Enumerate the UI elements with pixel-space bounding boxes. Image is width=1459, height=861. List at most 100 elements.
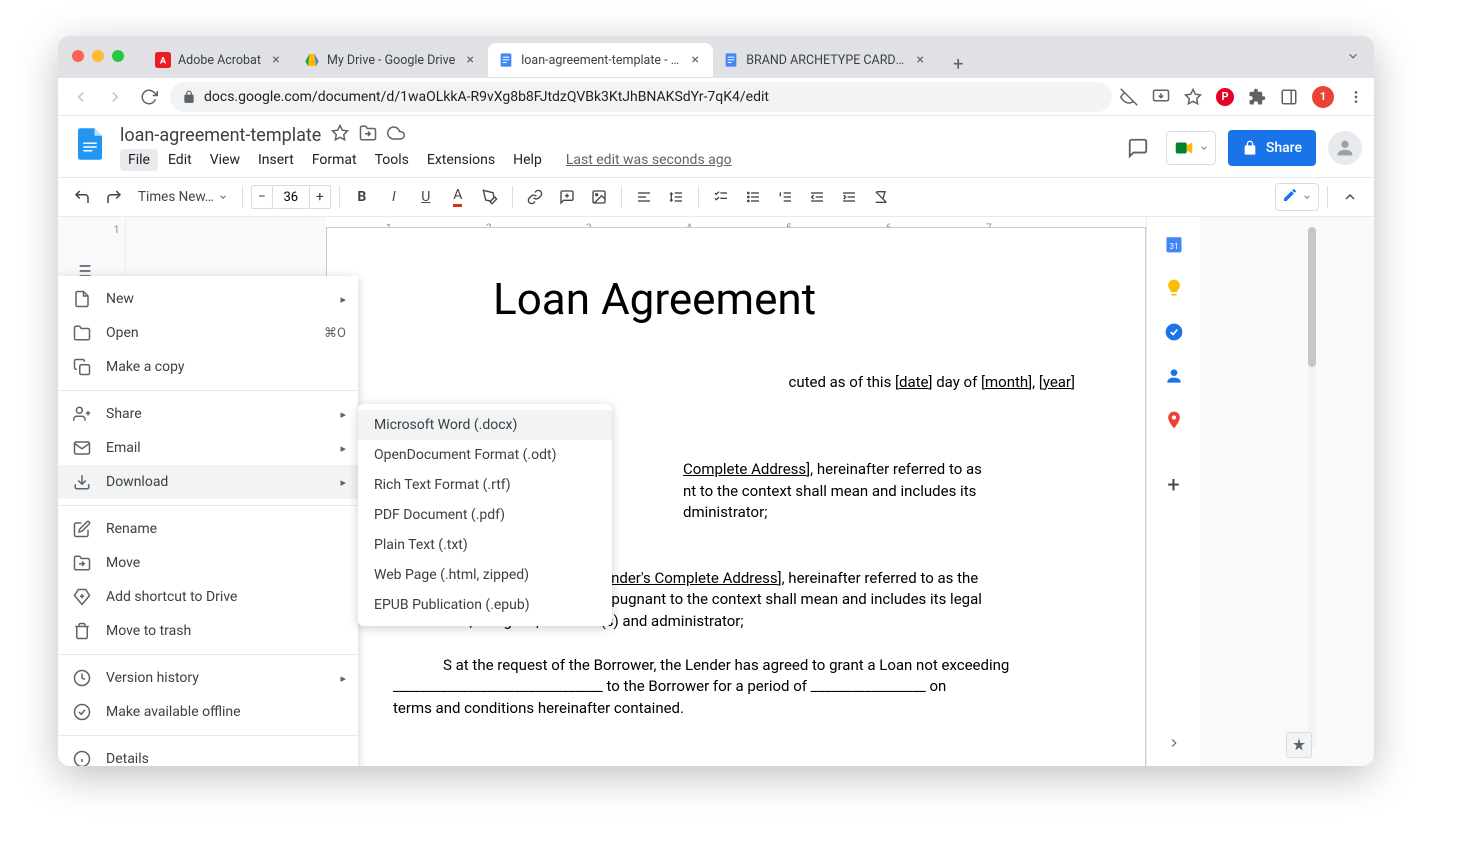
menu-insert[interactable]: Insert <box>250 149 302 171</box>
new-tab-button[interactable]: + <box>944 50 972 78</box>
calendar-icon[interactable]: 31 <box>1163 233 1185 255</box>
editing-mode-button[interactable] <box>1275 183 1319 211</box>
download-word[interactable]: Microsoft Word (.docx) <box>358 410 612 440</box>
hide-eye-icon[interactable] <box>1120 88 1138 106</box>
omnibox[interactable]: docs.google.com/document/d/1waOLkkA-R9vX… <box>170 82 1112 112</box>
menu-details[interactable]: Details <box>58 742 358 766</box>
doc-heading: Loan Agreement <box>493 268 1079 332</box>
menu-extensions[interactable]: Extensions <box>419 149 503 171</box>
download-epub[interactable]: EPUB Publication (.epub) <box>358 590 612 620</box>
menu-help[interactable]: Help <box>505 149 550 171</box>
docs-logo-icon[interactable] <box>70 124 110 164</box>
maps-icon[interactable] <box>1163 409 1185 431</box>
menu-open[interactable]: Open⌘O <box>58 316 358 350</box>
vertical-scrollbar[interactable] <box>1308 227 1316 747</box>
comment-history-icon[interactable] <box>1122 132 1154 164</box>
reload-button[interactable] <box>136 84 162 110</box>
keep-icon[interactable] <box>1163 277 1185 299</box>
undo-button[interactable] <box>68 183 96 211</box>
share-button[interactable]: Share <box>1228 130 1316 166</box>
move-folder-icon[interactable] <box>359 124 377 146</box>
menu-email[interactable]: Email▸ <box>58 431 358 465</box>
checklist-button[interactable] <box>707 183 735 211</box>
menu-view[interactable]: View <box>202 149 248 171</box>
browser-tab[interactable]: BRAND ARCHETYPE CARDS -× <box>713 43 938 77</box>
bold-button[interactable]: B <box>348 183 376 211</box>
star-icon[interactable] <box>331 124 349 146</box>
numbered-list-button[interactable] <box>771 183 799 211</box>
align-button[interactable] <box>630 183 658 211</box>
redo-button[interactable] <box>100 183 128 211</box>
download-rtf[interactable]: Rich Text Format (.rtf) <box>358 470 612 500</box>
hide-menus-button[interactable] <box>1336 183 1364 211</box>
outdent-button[interactable] <box>803 183 831 211</box>
font-family-select[interactable]: Times New… <box>132 189 234 205</box>
meet-button[interactable] <box>1166 131 1216 165</box>
font-size-input[interactable] <box>273 185 309 209</box>
document-title[interactable]: loan-agreement-template <box>120 125 321 146</box>
menu-new[interactable]: New▸ <box>58 282 358 316</box>
close-window[interactable] <box>72 50 84 62</box>
maximize-window[interactable] <box>112 50 124 62</box>
forward-button[interactable] <box>102 84 128 110</box>
menu-share[interactable]: Share▸ <box>58 397 358 431</box>
profile-avatar-icon[interactable]: 1 <box>1312 86 1334 108</box>
extensions-icon[interactable] <box>1248 88 1266 106</box>
menu-file[interactable]: File <box>120 149 158 171</box>
cloud-status-icon[interactable] <box>387 124 405 146</box>
italic-button[interactable]: I <box>380 183 408 211</box>
minimize-window[interactable] <box>92 50 104 62</box>
menu-version-history[interactable]: Version history▸ <box>58 661 358 695</box>
highlight-button[interactable] <box>476 183 504 211</box>
download-html[interactable]: Web Page (.html, zipped) <box>358 560 612 590</box>
bullet-list-button[interactable] <box>739 183 767 211</box>
tasks-icon[interactable] <box>1163 321 1185 343</box>
menu-format[interactable]: Format <box>304 149 365 171</box>
sidepanel-icon[interactable] <box>1280 88 1298 106</box>
install-icon[interactable] <box>1152 88 1170 106</box>
download-pdf[interactable]: PDF Document (.pdf) <box>358 500 612 530</box>
side-panel: 31 + <box>1146 217 1200 766</box>
contacts-icon[interactable] <box>1163 365 1185 387</box>
menu-offline[interactable]: Make available offline <box>58 695 358 729</box>
insert-image-button[interactable] <box>585 183 613 211</box>
browser-tab[interactable]: My Drive - Google Drive× <box>294 43 488 77</box>
line-spacing-button[interactable] <box>662 183 690 211</box>
insert-comment-button[interactable] <box>553 183 581 211</box>
browser-tab[interactable]: AAdobe Acrobat× <box>145 43 294 77</box>
menu-trash[interactable]: Move to trash <box>58 614 358 648</box>
close-tab-icon[interactable]: × <box>268 52 284 68</box>
menu-add-shortcut[interactable]: Add shortcut to Drive <box>58 580 358 614</box>
account-avatar[interactable] <box>1328 131 1362 165</box>
hide-sidepanel-button[interactable] <box>1167 735 1181 754</box>
indent-button[interactable] <box>835 183 863 211</box>
menu-tools[interactable]: Tools <box>367 149 417 171</box>
font-size-decrease[interactable]: − <box>251 185 273 209</box>
close-tab-icon[interactable]: × <box>462 52 478 68</box>
underline-button[interactable]: U <box>412 183 440 211</box>
close-tab-icon[interactable]: × <box>687 52 703 68</box>
menu-rename[interactable]: Rename <box>58 512 358 546</box>
clear-formatting-button[interactable] <box>867 183 895 211</box>
close-tab-icon[interactable]: × <box>912 52 928 68</box>
explore-button[interactable] <box>1286 732 1312 758</box>
font-size-control[interactable]: − + <box>251 185 331 209</box>
download-odt[interactable]: OpenDocument Format (.odt) <box>358 440 612 470</box>
last-edit-text[interactable]: Last edit was seconds ago <box>566 152 732 168</box>
tabs-overflow-icon[interactable] <box>1346 48 1360 67</box>
back-button[interactable] <box>68 84 94 110</box>
pencil-icon <box>1282 187 1298 207</box>
menu-edit[interactable]: Edit <box>160 149 200 171</box>
download-txt[interactable]: Plain Text (.txt) <box>358 530 612 560</box>
pinterest-extension-icon[interactable]: P <box>1216 88 1234 106</box>
menu-download[interactable]: Download▸ <box>58 465 358 499</box>
bookmark-star-icon[interactable] <box>1184 88 1202 106</box>
menu-move[interactable]: Move <box>58 546 358 580</box>
browser-menu-icon[interactable] <box>1348 89 1364 105</box>
insert-link-button[interactable] <box>521 183 549 211</box>
font-size-increase[interactable]: + <box>309 185 331 209</box>
menu-make-copy[interactable]: Make a copy <box>58 350 358 384</box>
text-color-button[interactable]: A <box>444 183 472 211</box>
browser-tab[interactable]: loan-agreement-template - Go× <box>488 43 713 77</box>
get-addons-button[interactable]: + <box>1167 473 1179 498</box>
